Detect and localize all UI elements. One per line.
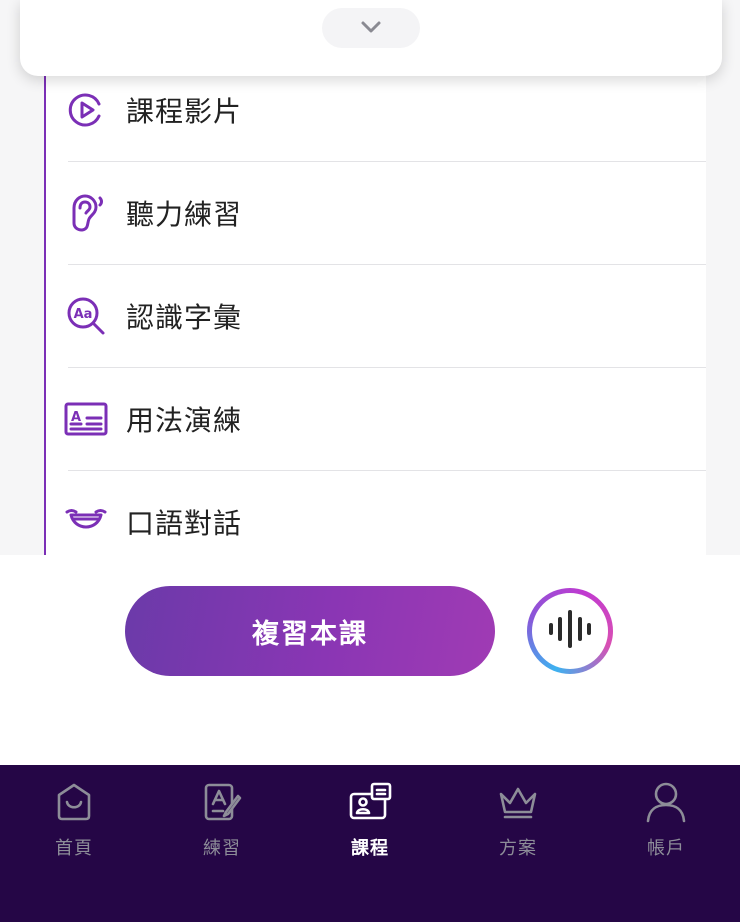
nav-label: 練習 [203,838,241,859]
menu-item-label: 口語對話 [126,506,243,540]
nav-item-account[interactable]: 帳戶 [592,765,740,922]
user-icon [644,780,688,824]
menu-item-speaking[interactable]: 口語對話 [65,470,706,555]
voice-button[interactable] [527,588,613,674]
sound-wave-icon [545,609,595,653]
nav-label: 首頁 [55,838,93,859]
course-cards-icon [348,780,392,824]
nav-item-course[interactable]: 課程 [296,765,444,922]
nav-label: 方案 [499,838,537,859]
crown-icon [496,780,540,824]
nav-label: 課程 [351,838,389,859]
menu-item-usage-practice[interactable]: A 用法演練 [64,367,706,471]
vocabulary-magnifier-icon: Aa [64,294,108,338]
ear-icon [64,191,108,235]
voice-button-inner [532,593,608,669]
menu-item-label: 用法演練 [126,403,243,437]
play-circle-icon [64,88,108,132]
nav-item-plans[interactable]: 方案 [444,765,592,922]
text-card-icon: A [64,397,108,441]
review-lesson-button[interactable]: 複習本課 [125,586,495,676]
nav-label: 帳戶 [647,838,685,859]
collapse-button[interactable] [322,8,420,48]
practice-pencil-icon [200,780,244,824]
nav-item-home[interactable]: 首頁 [0,765,148,922]
lesson-menu-area: 課程影片 聽力練習 Aa 認識字彙 A 用法演練 口語對話 [0,0,740,555]
svg-text:Aa: Aa [74,307,93,322]
bottom-nav: 首頁 練習 課程 方案 帳戶 [0,765,740,922]
menu-item-listening[interactable]: 聽力練習 [68,161,706,265]
nav-item-practice[interactable]: 練習 [148,765,296,922]
lesson-menu-panel: 課程影片 聽力練習 Aa 認識字彙 A 用法演練 口語對話 [44,0,706,555]
menu-item-label: 課程影片 [126,94,243,128]
menu-item-label: 認識字彙 [126,300,243,334]
menu-item-vocabulary[interactable]: Aa 認識字彙 [67,264,706,368]
smile-mouth-icon [64,500,108,544]
top-popup-card [20,0,722,76]
chevron-down-icon [360,19,382,38]
home-bag-icon [52,780,96,824]
menu-item-label: 聽力練習 [126,197,243,231]
